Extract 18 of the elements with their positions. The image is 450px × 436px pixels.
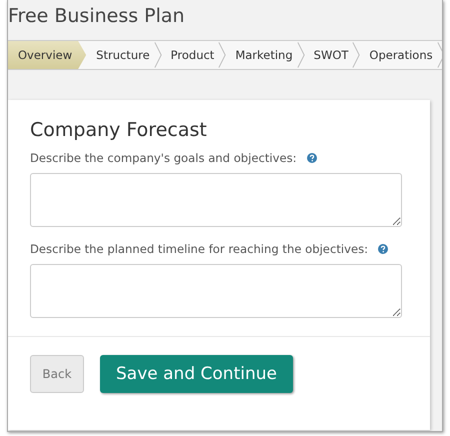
step-tab[interactable]: Product xyxy=(162,41,218,69)
field-label: Describe the planned timeline for reaching the objectives: xyxy=(30,242,368,256)
back-button[interactable]: Back xyxy=(30,355,84,393)
save-button[interactable]: Save and Continue xyxy=(100,355,293,393)
step-tab[interactable]: Operations xyxy=(361,41,437,69)
step-tab[interactable]: Structure xyxy=(88,41,154,69)
chevron-icon xyxy=(296,41,306,69)
field-label: Describe the company's goals and objectives: xyxy=(30,151,297,165)
step-tab[interactable]: SWOT xyxy=(306,41,352,69)
step-tab[interactable]: Marketing xyxy=(227,41,297,69)
page-title: Free Business Plan xyxy=(8,4,186,29)
chevron-icon xyxy=(154,41,163,69)
chevron-icon xyxy=(352,41,362,69)
help-icon[interactable] xyxy=(378,244,388,254)
section-heading: Company Forecast xyxy=(29,118,208,143)
help-icon[interactable] xyxy=(306,153,317,163)
step-tab[interactable]: Overview xyxy=(8,41,86,69)
chevron-icon xyxy=(218,41,228,69)
